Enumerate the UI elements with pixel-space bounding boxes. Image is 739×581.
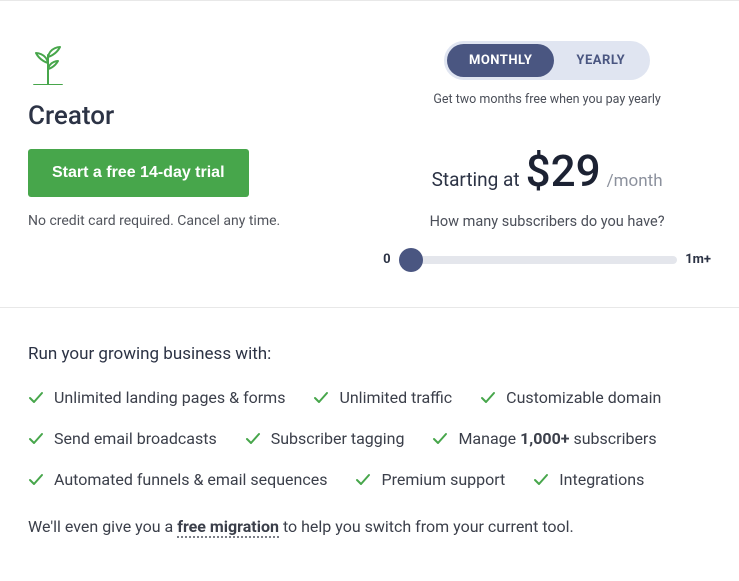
slider-min-label: 0	[383, 252, 390, 267]
subscriber-slider[interactable]	[399, 256, 678, 264]
feature-item: Customizable domain	[480, 388, 661, 407]
right-column: MONTHLY YEARLY Get two months free when …	[383, 41, 711, 267]
feature-label: Subscriber tagging	[271, 429, 405, 448]
start-trial-button[interactable]: Start a free 14-day trial	[28, 149, 249, 197]
check-icon	[432, 431, 448, 447]
left-column: Creator Start a free 14-day trial No cre…	[28, 41, 356, 267]
feature-item: Manage 1,000+ subscribers	[432, 429, 656, 448]
migration-line: We'll even give you a free migration to …	[28, 517, 711, 536]
feature-item: Unlimited traffic	[313, 388, 452, 407]
feature-item: Unlimited landing pages & forms	[28, 388, 285, 407]
billing-period-toggle: MONTHLY YEARLY	[444, 41, 650, 80]
check-icon	[28, 472, 44, 488]
price-suffix: /month	[607, 171, 663, 191]
feature-label: Unlimited landing pages & forms	[54, 388, 285, 407]
check-icon	[28, 390, 44, 406]
slider-max-label: 1m+	[685, 252, 711, 267]
check-icon	[28, 431, 44, 447]
features-list: Unlimited landing pages & forms Unlimite…	[28, 388, 711, 489]
price-line: Starting at $29 /month	[383, 145, 711, 197]
feature-item: Subscriber tagging	[245, 429, 405, 448]
yearly-option[interactable]: YEARLY	[554, 44, 647, 77]
plant-icon	[28, 41, 356, 89]
price-amount: $29	[526, 145, 601, 197]
plan-title: Creator	[28, 101, 356, 131]
subscriber-question: How many subscribers do you have?	[383, 213, 711, 230]
check-icon	[533, 472, 549, 488]
feature-item: Integrations	[533, 470, 644, 489]
feature-item: Premium support	[355, 470, 505, 489]
monthly-option[interactable]: MONTHLY	[447, 44, 554, 77]
pricing-card: Creator Start a free 14-day trial No cre…	[0, 0, 739, 581]
price-prefix: Starting at	[432, 168, 520, 191]
free-migration-link[interactable]: free migration	[177, 517, 279, 538]
check-icon	[480, 390, 496, 406]
slider-thumb[interactable]	[399, 248, 423, 272]
disclaimer-text: No credit card required. Cancel any time…	[28, 213, 356, 229]
features-intro: Run your growing business with:	[28, 344, 711, 364]
feature-item: Send email broadcasts	[28, 429, 217, 448]
feature-label: Manage 1,000+ subscribers	[458, 429, 656, 448]
feature-label: Integrations	[559, 470, 644, 489]
check-icon	[245, 431, 261, 447]
check-icon	[355, 472, 371, 488]
feature-label: Premium support	[381, 470, 505, 489]
feature-item: Automated funnels & email sequences	[28, 470, 327, 489]
features-section: Run your growing business with: Unlimite…	[28, 344, 711, 536]
yearly-discount-note: Get two months free when you pay yearly	[383, 92, 711, 107]
subscriber-slider-row: 0 1m+	[383, 252, 711, 267]
feature-label: Send email broadcasts	[54, 429, 217, 448]
top-section: Creator Start a free 14-day trial No cre…	[28, 41, 711, 307]
feature-label: Unlimited traffic	[339, 388, 452, 407]
feature-label: Customizable domain	[506, 388, 661, 407]
section-divider	[0, 307, 739, 308]
check-icon	[313, 390, 329, 406]
feature-label: Automated funnels & email sequences	[54, 470, 327, 489]
